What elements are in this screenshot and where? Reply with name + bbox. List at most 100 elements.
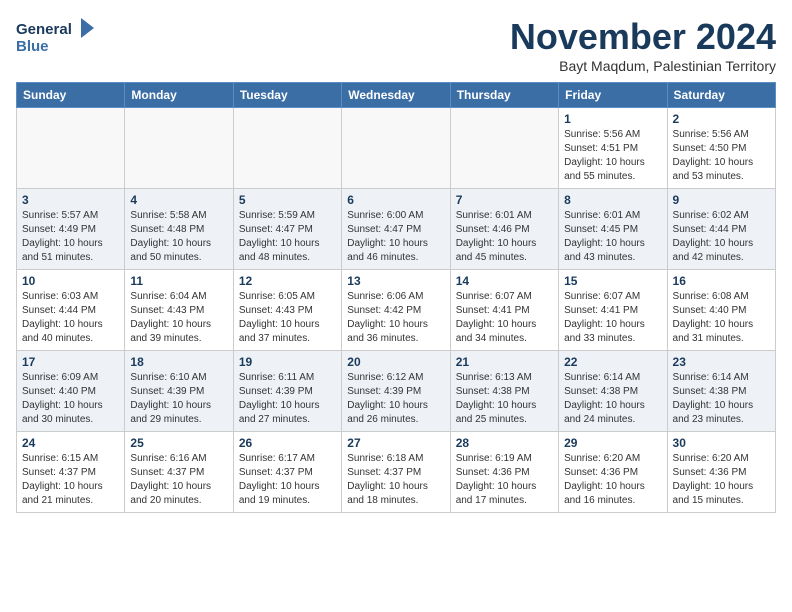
day-info: Sunrise: 6:00 AMSunset: 4:47 PMDaylight:… xyxy=(347,209,444,265)
title-block: November 2024 Bayt Maqdum, Palestinian T… xyxy=(510,16,776,74)
day-number: 12 xyxy=(239,274,336,288)
day-number: 7 xyxy=(456,193,553,207)
day-info: Sunrise: 6:14 AMSunset: 4:38 PMDaylight:… xyxy=(564,371,661,427)
table-row: 1Sunrise: 5:56 AMSunset: 4:51 PMDaylight… xyxy=(559,108,667,189)
header-wednesday: Wednesday xyxy=(342,83,450,108)
page-header: General Blue November 2024 Bayt Maqdum, … xyxy=(16,16,776,74)
day-info: Sunrise: 6:03 AMSunset: 4:44 PMDaylight:… xyxy=(22,290,119,346)
svg-text:General: General xyxy=(16,21,72,38)
svg-text:Blue: Blue xyxy=(16,38,49,55)
day-number: 3 xyxy=(22,193,119,207)
day-number: 6 xyxy=(347,193,444,207)
day-number: 10 xyxy=(22,274,119,288)
day-info: Sunrise: 6:10 AMSunset: 4:39 PMDaylight:… xyxy=(130,371,227,427)
day-info: Sunrise: 6:08 AMSunset: 4:40 PMDaylight:… xyxy=(673,290,770,346)
header-thursday: Thursday xyxy=(450,83,558,108)
table-row: 12 Sunrise: 6:05 AMSunset: 4:43 PMDayligh… xyxy=(233,270,341,351)
month-title: November 2024 xyxy=(510,16,776,58)
table-row: 23 Sunrise: 6:14 AMSunset: 4:38 PMDayligh… xyxy=(667,351,775,432)
table-row: 30Sunrise: 6:20 AMSunset: 4:36 PMDayligh… xyxy=(667,432,775,513)
day-number: 20 xyxy=(347,355,444,369)
table-row: 11Sunrise: 6:04 AMSunset: 4:43 PMDayligh… xyxy=(125,270,233,351)
day-info: Sunrise: 6:20 AMSunset: 4:36 PMDaylight:… xyxy=(673,452,770,508)
day-info: Sunrise: 6:18 AMSunset: 4:37 PMDaylight:… xyxy=(347,452,444,508)
day-info: Sunrise: 6:07 AMSunset: 4:41 PMDaylight:… xyxy=(456,290,553,346)
day-number: 5 xyxy=(239,193,336,207)
header-saturday: Saturday xyxy=(667,83,775,108)
day-info: Sunrise: 6:09 AMSunset: 4:40 PMDaylight:… xyxy=(22,371,119,427)
day-info: Sunrise: 6:14 AMSunset: 4:38 PMDaylight:… xyxy=(673,371,770,427)
day-info: Sunrise: 6:06 AMSunset: 4:42 PMDaylight:… xyxy=(347,290,444,346)
day-info: Sunrise: 6:02 AMSunset: 4:44 PMDaylight:… xyxy=(673,209,770,265)
week-row-2: 3 Sunrise: 5:57 AMSunset: 4:49 PMDaylight… xyxy=(17,189,776,270)
table-row: 3 Sunrise: 5:57 AMSunset: 4:49 PMDaylight… xyxy=(17,189,125,270)
day-info: Sunrise: 5:59 AMSunset: 4:47 PMDaylight:… xyxy=(239,209,336,265)
header-friday: Friday xyxy=(559,83,667,108)
table-row: 14 Sunrise: 6:07 AMSunset: 4:41 PMDayligh… xyxy=(450,270,558,351)
table-row: 22 Sunrise: 6:14 AMSunset: 4:38 PMDayligh… xyxy=(559,351,667,432)
table-row: 16Sunrise: 6:08 AMSunset: 4:40 PMDayligh… xyxy=(667,270,775,351)
day-number: 14 xyxy=(456,274,553,288)
day-number: 9 xyxy=(673,193,770,207)
table-row: 29 Sunrise: 6:20 AMSunset: 4:36 PMDayligh… xyxy=(559,432,667,513)
day-number: 29 xyxy=(564,436,661,450)
table-row: 2 Sunrise: 5:56 AMSunset: 4:50 PMDaylight… xyxy=(667,108,775,189)
logo: General Blue xyxy=(16,16,96,61)
header-sunday: Sunday xyxy=(17,83,125,108)
day-number: 1 xyxy=(564,112,661,126)
day-info: Sunrise: 6:05 AMSunset: 4:43 PMDaylight:… xyxy=(239,290,336,346)
day-info: Sunrise: 6:15 AMSunset: 4:37 PMDaylight:… xyxy=(22,452,119,508)
table-row: 5 Sunrise: 5:59 AMSunset: 4:47 PMDaylight… xyxy=(233,189,341,270)
day-info: Sunrise: 6:19 AMSunset: 4:36 PMDaylight:… xyxy=(456,452,553,508)
table-row: 15 Sunrise: 6:07 AMSunset: 4:41 PMDayligh… xyxy=(559,270,667,351)
day-number: 22 xyxy=(564,355,661,369)
week-row-4: 17 Sunrise: 6:09 AMSunset: 4:40 PMDayligh… xyxy=(17,351,776,432)
day-info: Sunrise: 6:13 AMSunset: 4:38 PMDaylight:… xyxy=(456,371,553,427)
table-row: 13Sunrise: 6:06 AMSunset: 4:42 PMDayligh… xyxy=(342,270,450,351)
day-info: Sunrise: 5:57 AMSunset: 4:49 PMDaylight:… xyxy=(22,209,119,265)
day-number: 19 xyxy=(239,355,336,369)
location-subtitle: Bayt Maqdum, Palestinian Territory xyxy=(510,58,776,74)
day-info: Sunrise: 6:12 AMSunset: 4:39 PMDaylight:… xyxy=(347,371,444,427)
table-row xyxy=(17,108,125,189)
day-info: Sunrise: 6:17 AMSunset: 4:37 PMDaylight:… xyxy=(239,452,336,508)
table-row: 18Sunrise: 6:10 AMSunset: 4:39 PMDayligh… xyxy=(125,351,233,432)
day-number: 27 xyxy=(347,436,444,450)
day-number: 21 xyxy=(456,355,553,369)
day-number: 11 xyxy=(130,274,227,288)
day-number: 17 xyxy=(22,355,119,369)
table-row: 20 Sunrise: 6:12 AMSunset: 4:39 PMDayligh… xyxy=(342,351,450,432)
header-monday: Monday xyxy=(125,83,233,108)
table-row: 28 Sunrise: 6:19 AMSunset: 4:36 PMDayligh… xyxy=(450,432,558,513)
day-number: 25 xyxy=(130,436,227,450)
table-row xyxy=(342,108,450,189)
table-row: 24 Sunrise: 6:15 AMSunset: 4:37 PMDayligh… xyxy=(17,432,125,513)
day-number: 15 xyxy=(564,274,661,288)
table-row: 21 Sunrise: 6:13 AMSunset: 4:38 PMDayligh… xyxy=(450,351,558,432)
table-row: 6 Sunrise: 6:00 AMSunset: 4:47 PMDaylight… xyxy=(342,189,450,270)
day-info: Sunrise: 5:58 AMSunset: 4:48 PMDaylight:… xyxy=(130,209,227,265)
day-number: 2 xyxy=(673,112,770,126)
day-number: 24 xyxy=(22,436,119,450)
day-info: Sunrise: 6:01 AMSunset: 4:45 PMDaylight:… xyxy=(564,209,661,265)
table-row: 4 Sunrise: 5:58 AMSunset: 4:48 PMDaylight… xyxy=(125,189,233,270)
week-row-3: 10 Sunrise: 6:03 AMSunset: 4:44 PMDayligh… xyxy=(17,270,776,351)
day-number: 8 xyxy=(564,193,661,207)
week-row-1: 1Sunrise: 5:56 AMSunset: 4:51 PMDaylight… xyxy=(17,108,776,189)
table-row xyxy=(125,108,233,189)
day-info: Sunrise: 6:01 AMSunset: 4:46 PMDaylight:… xyxy=(456,209,553,265)
day-number: 4 xyxy=(130,193,227,207)
table-row: 27 Sunrise: 6:18 AMSunset: 4:37 PMDayligh… xyxy=(342,432,450,513)
day-info: Sunrise: 6:07 AMSunset: 4:41 PMDaylight:… xyxy=(564,290,661,346)
day-number: 28 xyxy=(456,436,553,450)
week-row-5: 24 Sunrise: 6:15 AMSunset: 4:37 PMDayligh… xyxy=(17,432,776,513)
day-info: Sunrise: 5:56 AMSunset: 4:50 PMDaylight:… xyxy=(673,128,770,184)
table-row: 19Sunrise: 6:11 AMSunset: 4:39 PMDayligh… xyxy=(233,351,341,432)
table-row: 25Sunrise: 6:16 AMSunset: 4:37 PMDayligh… xyxy=(125,432,233,513)
calendar-table: SundayMondayTuesdayWednesdayThursdayFrid… xyxy=(16,82,776,513)
header-tuesday: Tuesday xyxy=(233,83,341,108)
day-number: 23 xyxy=(673,355,770,369)
table-row: 10 Sunrise: 6:03 AMSunset: 4:44 PMDayligh… xyxy=(17,270,125,351)
logo-icon: General Blue xyxy=(16,16,96,61)
day-info: Sunrise: 6:20 AMSunset: 4:36 PMDaylight:… xyxy=(564,452,661,508)
